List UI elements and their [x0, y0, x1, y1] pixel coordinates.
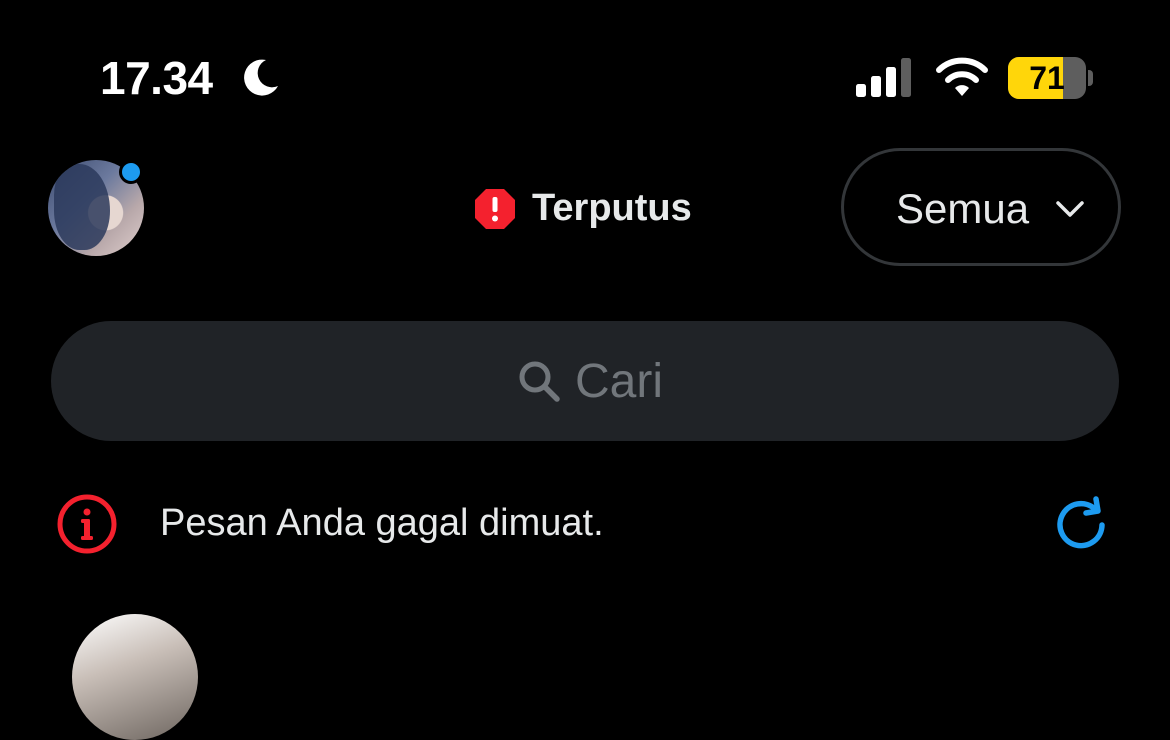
search-icon [519, 361, 560, 402]
search-placeholder: Cari [575, 355, 664, 408]
filter-label: Semua [896, 185, 1030, 232]
chevron-down-icon [1056, 201, 1084, 217]
wifi-icon [936, 57, 988, 96]
search-input[interactable]: Cari [51, 321, 1119, 441]
moon-icon [244, 59, 278, 96]
filter-dropdown[interactable]: Semua [841, 148, 1121, 266]
connection-status: Terputus [532, 187, 692, 229]
battery-level: 71 [1029, 60, 1065, 96]
error-message: Pesan Anda gagal dimuat. [160, 502, 604, 544]
online-indicator [119, 160, 143, 184]
alert-octagon-icon [475, 189, 515, 229]
status-time: 17.34 [100, 52, 213, 104]
battery-icon: 71 [1008, 57, 1093, 99]
refresh-icon[interactable] [1052, 494, 1114, 556]
conversation-avatar[interactable] [72, 614, 198, 740]
signal-icon [856, 58, 911, 97]
info-error-icon [57, 494, 117, 554]
